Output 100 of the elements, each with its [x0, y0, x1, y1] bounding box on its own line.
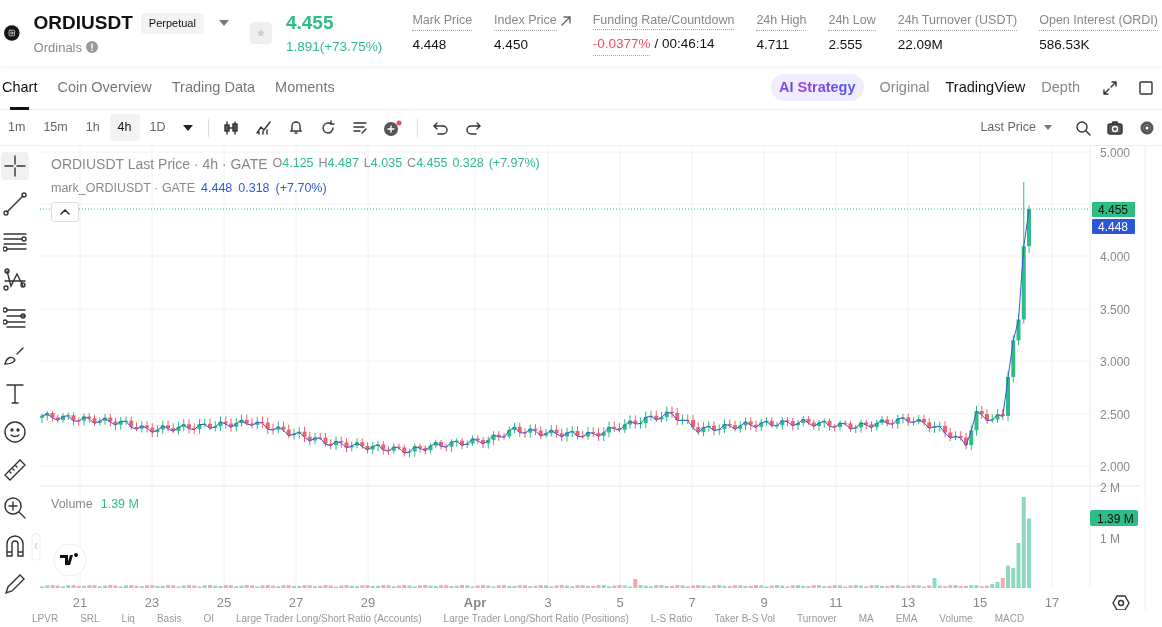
price-type-dropdown[interactable]: Last Price [974, 117, 1058, 138]
caret-icon [182, 124, 193, 131]
search-icon [1075, 119, 1091, 136]
indicator-tab[interactable]: Volume [939, 611, 973, 626]
text-tool-icon [3, 382, 27, 406]
tab[interactable]: Chart [2, 65, 38, 110]
star-icon [256, 27, 265, 39]
mark-legend-title: mark_ORDIUSDT · GATE [51, 180, 195, 197]
drawing-tool-button[interactable] [1, 266, 29, 294]
stat-value: 4.711 [756, 35, 790, 54]
interval-button[interactable]: 4h [109, 114, 140, 141]
date-axis-label: 17 [1044, 595, 1060, 610]
drawing-tool-button[interactable] [1, 418, 29, 446]
indicator-tab[interactable]: Large Trader Long/Short Ratio (Accounts) [235, 611, 422, 626]
interval-button[interactable]: 1D [141, 114, 174, 141]
stat-value: 4.450 [494, 35, 528, 54]
settings-icon [1139, 119, 1155, 136]
date-axis-label: 7 [688, 595, 696, 610]
trend-line-icon [3, 192, 27, 216]
plus-circle-icon [383, 119, 402, 136]
pencil-icon [3, 572, 27, 596]
interval-button[interactable]: 1h [77, 114, 108, 141]
ohlc-value: H4.487 [318, 155, 359, 172]
stat-label: 24h Low [828, 11, 876, 31]
stat-label: Funding Rate/Countdown [592, 10, 735, 31]
date-axis-label: 13 [900, 595, 916, 610]
indicator-tab[interactable]: Basis [156, 611, 182, 626]
stat-value: 586.53K [1039, 35, 1090, 54]
ohlc-value: L4.035 [363, 155, 403, 172]
info-icon [86, 41, 98, 54]
contract-type-label: Perpetual [140, 13, 204, 34]
date-axis-label: Apr [463, 595, 487, 610]
interval-button[interactable]: 15m [35, 114, 76, 141]
indicator-tab[interactable]: OI [203, 611, 214, 626]
chevron-up-icon [60, 209, 70, 215]
drawing-tool-button[interactable] [1, 190, 29, 218]
mark-price-tag: 4.448 [1092, 219, 1135, 234]
redo-icon [464, 120, 481, 135]
collapse-handle[interactable] [31, 533, 41, 561]
stat-label: Index Price [494, 11, 557, 31]
indicator-tab[interactable]: Large Trader Long/Short Ratio (Positions) [443, 611, 629, 626]
date-axis-label: 21 [72, 595, 88, 610]
indicator-tab[interactable]: L-S Ratio [650, 611, 693, 626]
indicator-tab[interactable]: Liq [121, 611, 135, 626]
pattern-icon [3, 268, 27, 292]
stat-label: 24h High [756, 11, 807, 31]
undo-icon [432, 120, 449, 135]
volume-legend-label: Volume [51, 496, 93, 513]
last-price-tag: 4.455 [1092, 202, 1135, 217]
drawing-tool-button[interactable] [1, 152, 29, 180]
date-axis-label: 11 [829, 595, 843, 610]
symbol-subtitle: Ordinals [33, 38, 82, 57]
date-axis-label: 27 [288, 595, 304, 610]
indicator-tab[interactable]: EMA [895, 611, 918, 626]
price-axis-label: 3.500 [1100, 303, 1131, 317]
volume-axis-label: 1 M [1100, 532, 1120, 546]
date-axis-label: 5 [616, 595, 624, 610]
interval-button[interactable]: 1m [0, 114, 34, 141]
tab[interactable]: Coin Overview [57, 65, 152, 110]
fibonacci-icon [3, 306, 27, 330]
price-change: 1.891(+73.75%) [285, 38, 383, 57]
magnet-icon [3, 534, 27, 558]
indicator-tab[interactable]: MACD [994, 611, 1025, 626]
alert-bell-icon [287, 119, 304, 136]
change-percent: (+7.97%) [488, 155, 540, 172]
date-axis-label: 3 [544, 595, 552, 610]
caret-icon [218, 20, 229, 27]
crosshair-icon [3, 154, 27, 178]
volume-value: 1.39 M [100, 496, 139, 513]
tab[interactable]: Moments [275, 65, 335, 110]
funding-countdown: / 00:46:14 [654, 35, 715, 54]
square-icon [1139, 80, 1153, 95]
stat-value: 22.09M [897, 35, 943, 54]
camera-icon [1107, 119, 1123, 136]
ohlc-value: C4.455 [407, 155, 448, 172]
indicator-tab[interactable]: Taker B-S Vol [714, 611, 775, 626]
view-option[interactable]: Original [871, 76, 938, 99]
indicator-tab[interactable]: MA [858, 611, 874, 626]
ohlc-value: O4.125 [272, 155, 314, 172]
stat-value: 4.448 [412, 35, 447, 54]
price-axis-label: 2.500 [1100, 408, 1131, 422]
date-axis-label: 25 [216, 595, 232, 610]
indicator-tab[interactable]: SRL [80, 611, 100, 626]
change-value: 0.328 [452, 155, 484, 172]
indicators-icon [255, 119, 272, 136]
view-option[interactable]: Depth [1033, 76, 1088, 99]
mark-value: 4.448 [201, 180, 233, 197]
caret-icon [1044, 125, 1052, 130]
strategy-button[interactable]: AI Strategy [771, 73, 864, 102]
collapse-legend-button[interactable] [51, 202, 79, 222]
expand-icon [1103, 80, 1117, 95]
view-option[interactable]: TradingView [937, 76, 1034, 99]
indicator-tab[interactable]: LPVR [32, 611, 59, 626]
price-axis-label: 5.000 [1100, 146, 1131, 160]
settings-icon[interactable] [1112, 595, 1130, 610]
tab[interactable]: Trading Data [171, 65, 256, 110]
indicator-tab[interactable]: Turnover [797, 611, 837, 626]
price-axis-label: 4.000 [1100, 250, 1131, 264]
symbol-name: ORDIUSDT [33, 11, 133, 35]
funding-rate: -0.0377% [592, 34, 651, 56]
